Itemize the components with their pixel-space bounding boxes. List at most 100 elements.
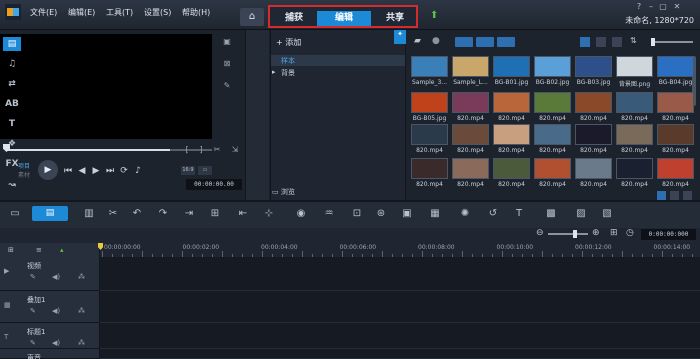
- media-thumbnail[interactable]: [411, 158, 448, 179]
- volume-icon[interactable]: ♪: [132, 165, 144, 177]
- media-thumbnail[interactable]: [452, 158, 489, 179]
- home-button[interactable]: ⌂: [240, 8, 264, 26]
- media-thumbnail[interactable]: [657, 56, 694, 77]
- media-thumbnail[interactable]: [657, 158, 694, 179]
- timeline-ruler[interactable]: 00:00:00:00 00:00:02:00 00:00:04:00 00:00:0…: [100, 243, 700, 257]
- home-start-icon[interactable]: ⏮: [62, 165, 74, 177]
- zoom-out-icon[interactable]: ⊖: [536, 228, 544, 238]
- media-thumbnail[interactable]: [534, 92, 571, 113]
- media-thumbnail[interactable]: [575, 92, 612, 113]
- timeline-zoom-slider[interactable]: [548, 233, 588, 235]
- thumb-zoom-handle[interactable]: [651, 38, 655, 46]
- media-thumbnail[interactable]: [616, 92, 653, 113]
- crop-icon[interactable]: ▣: [220, 36, 234, 48]
- instant-project-icon[interactable]: ♫: [3, 57, 21, 71]
- mute-icon[interactable]: ◀): [52, 339, 60, 347]
- media-library-icon[interactable]: ▤: [3, 37, 21, 51]
- add-marker-icon[interactable]: ▴: [60, 246, 64, 254]
- timeline-zoom-handle[interactable]: [573, 230, 577, 238]
- list-view-icon[interactable]: [580, 37, 590, 47]
- upload-icon[interactable]: ⬆: [430, 10, 438, 21]
- detail-view-icon[interactable]: [596, 37, 606, 47]
- mixer-icon[interactable]: ✂: [106, 207, 120, 221]
- mute-icon[interactable]: ◀): [52, 307, 60, 315]
- collapse-library-icon[interactable]: [657, 191, 666, 200]
- media-thumbnail[interactable]: [493, 124, 530, 145]
- color-icon[interactable]: ↺: [486, 207, 500, 221]
- media-thumbnail[interactable]: [493, 56, 530, 77]
- track-lane[interactable]: [100, 257, 700, 291]
- media-thumbnail[interactable]: [534, 124, 571, 145]
- template-icon[interactable]: AB: [3, 97, 21, 111]
- menu-tools[interactable]: 工具(T): [106, 7, 133, 18]
- next-frame-icon[interactable]: ▶: [90, 165, 102, 177]
- menu-help[interactable]: 帮助(H): [182, 7, 210, 18]
- menu-edit[interactable]: 编辑(E): [68, 7, 95, 18]
- motion-icon[interactable]: ✺: [458, 207, 472, 221]
- undo-icon[interactable]: ↶: [130, 207, 144, 221]
- lock-icon[interactable]: ✎: [30, 339, 36, 347]
- media-thumbnail[interactable]: [534, 158, 571, 179]
- track-lane[interactable]: [100, 291, 700, 323]
- media-thumbnail[interactable]: [534, 56, 571, 77]
- import-folder-icon[interactable]: ▰: [414, 36, 421, 46]
- fit-project-icon[interactable]: ⊞: [610, 228, 618, 238]
- redo-icon[interactable]: ↷: [156, 207, 170, 221]
- mute-icon[interactable]: ◀): [52, 273, 60, 281]
- media-thumbnail[interactable]: [452, 92, 489, 113]
- pin-icon[interactable]: ✦: [394, 30, 406, 44]
- subtitle-icon[interactable]: ▣: [400, 207, 414, 221]
- time-remap-icon[interactable]: ⇤: [236, 207, 250, 221]
- graphics-icon[interactable]: ❖: [3, 137, 21, 151]
- media-thumbnail[interactable]: [575, 158, 612, 179]
- tab-share[interactable]: 共享: [375, 11, 415, 26]
- multi-trim-icon[interactable]: ▦: [428, 207, 442, 221]
- smart-package-icon[interactable]: ▧: [600, 207, 614, 221]
- menu-settings[interactable]: 设置(S): [144, 7, 171, 18]
- preview-window[interactable]: [0, 34, 212, 139]
- folder-item-background[interactable]: 背景: [281, 68, 295, 78]
- timeline-timecode[interactable]: 0:00:00:000: [641, 229, 696, 240]
- zoom-in-icon[interactable]: ⊕: [592, 228, 600, 238]
- multi-cam-icon[interactable]: ⊡: [350, 207, 364, 221]
- media-thumbnail[interactable]: [657, 92, 694, 113]
- fullscreen-icon[interactable]: [683, 191, 692, 200]
- track-header[interactable]: ♪声音: [0, 349, 100, 359]
- path-icon[interactable]: ↝: [3, 178, 21, 192]
- title-icon[interactable]: T: [3, 117, 21, 131]
- media-thumbnail[interactable]: [575, 124, 612, 145]
- chapter-icon[interactable]: ≡: [36, 246, 42, 254]
- fx-chain-icon[interactable]: ⊛: [374, 207, 388, 221]
- thumb-zoom-slider[interactable]: [653, 41, 693, 43]
- end-icon[interactable]: ⏭: [104, 165, 116, 177]
- media-thumbnail[interactable]: [452, 124, 489, 145]
- record-capture-icon[interactable]: ▥: [82, 207, 96, 221]
- minimize-icon[interactable]: –: [646, 2, 656, 12]
- play-button[interactable]: ▶: [38, 160, 58, 180]
- ripple-icon[interactable]: ⁂: [78, 307, 85, 315]
- maximize-icon[interactable]: ▢: [658, 2, 668, 12]
- track-header[interactable]: ▶ 视频 ✎ ◀) ⁂: [0, 257, 100, 291]
- browse-button[interactable]: ▭ 浏览: [272, 187, 295, 197]
- show-audio-button[interactable]: [497, 37, 515, 47]
- media-thumbnail[interactable]: [411, 92, 448, 113]
- show-video-button[interactable]: [455, 37, 473, 47]
- media-thumbnail[interactable]: [575, 56, 612, 77]
- menu-file[interactable]: 文件(E): [30, 7, 57, 18]
- prev-frame-icon[interactable]: ◀: [76, 165, 88, 177]
- cut-clip-icon[interactable]: ✂: [210, 144, 224, 156]
- title-track-icon[interactable]: T: [512, 207, 526, 221]
- timeline-view-icon[interactable]: ▭: [8, 207, 22, 221]
- track-header[interactable]: ▦ 叠加1 ✎ ◀) ⁂: [0, 291, 100, 323]
- tab-capture[interactable]: 捕获: [275, 11, 313, 26]
- snapshot-icon[interactable]: ▭: [198, 166, 212, 175]
- mark-in-icon[interactable]: [: [180, 144, 194, 156]
- ripple-icon[interactable]: ⁂: [78, 339, 85, 347]
- ripple-icon[interactable]: ⁂: [78, 273, 85, 281]
- track-lane[interactable]: [100, 323, 700, 349]
- track-manager-icon[interactable]: ⊞: [8, 246, 14, 254]
- media-thumbnail[interactable]: [411, 124, 448, 145]
- transition-icon[interactable]: ⇄: [3, 77, 21, 91]
- mask-icon[interactable]: ⊹: [262, 207, 276, 221]
- media-thumbnail[interactable]: [452, 56, 489, 77]
